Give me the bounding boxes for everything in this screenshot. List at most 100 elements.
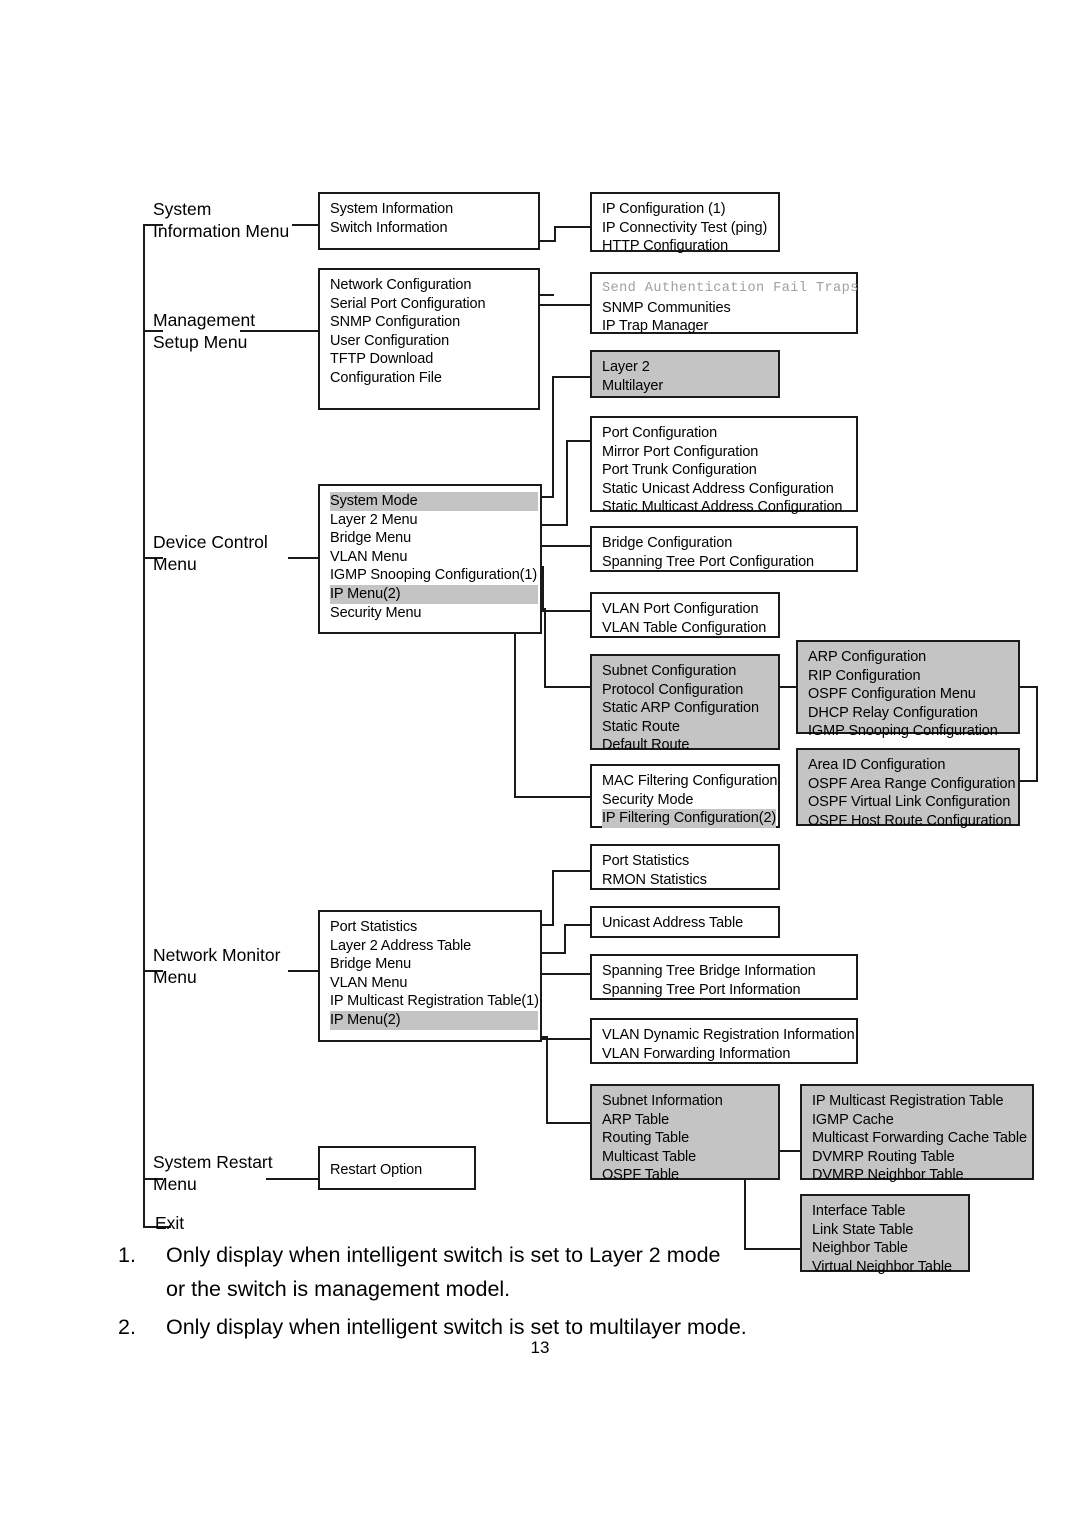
menu-item[interactable]: IP Connectivity Test (ping): [602, 219, 778, 238]
menu-item[interactable]: DVMRP Routing Table: [812, 1148, 1032, 1167]
menu-item[interactable]: IP Menu(2): [330, 584, 538, 604]
menu-item[interactable]: ARP Table: [602, 1111, 778, 1130]
menu-item[interactable]: Default Route: [602, 736, 778, 755]
menu-item[interactable]: ARP Configuration: [808, 648, 1018, 667]
menu-item[interactable]: Port Configuration: [602, 424, 856, 443]
menu-item[interactable]: VLAN Port Configuration: [602, 600, 778, 619]
menu-item[interactable]: Multicast Forwarding Cache Table: [812, 1129, 1032, 1148]
menu-item[interactable]: OSPF Host Route Configuration: [808, 812, 1018, 831]
footnote-item: 1. Only display when intelligent switch …: [118, 1238, 978, 1306]
box-system-mode: Layer 2 Multilayer: [590, 350, 780, 398]
menu-item[interactable]: Area ID Configuration: [808, 756, 1018, 775]
menu-item[interactable]: IP Multicast Registration Table(1): [330, 992, 540, 1011]
menu-item[interactable]: DHCP Relay Configuration: [808, 704, 1018, 723]
box-protocol-configuration: ARP Configuration RIP Configuration OSPF…: [796, 640, 1020, 739]
menu-item[interactable]: IP Multicast Registration Table: [812, 1092, 1032, 1111]
menu-item[interactable]: VLAN Menu: [330, 974, 540, 993]
menu-item[interactable]: Link State Table: [812, 1221, 968, 1240]
box-management-setup: Network Configuration Serial Port Config…: [318, 268, 540, 410]
menu-item[interactable]: DVMRP Neighbor Table: [812, 1166, 1032, 1185]
menu-item[interactable]: IGMP Cache: [812, 1111, 1032, 1130]
menu-item[interactable]: Configuration File: [330, 369, 538, 388]
link-to-port-statistics-box: [552, 870, 590, 872]
box-system-information: System Information Switch Information: [318, 192, 540, 250]
link-monitor-ip-menu-riser: [546, 1036, 548, 1124]
menu-item[interactable]: Layer 2 Address Table: [330, 937, 540, 956]
link-device-control-to-box: [288, 557, 320, 559]
menu-item[interactable]: Security Mode: [602, 791, 778, 810]
menu-item[interactable]: Protocol Configuration: [602, 681, 778, 700]
menu-item[interactable]: Spanning Tree Port Information: [602, 981, 856, 1000]
menu-item[interactable]: System Mode: [330, 492, 538, 511]
menu-item[interactable]: OSPF Table: [602, 1166, 778, 1185]
menu-item[interactable]: Subnet Information: [602, 1092, 778, 1111]
link-to-system-mode-box: [552, 376, 590, 378]
menu-item[interactable]: OSPF Virtual Link Configuration: [808, 793, 1018, 812]
menu-item[interactable]: RIP Configuration: [808, 667, 1018, 686]
menu-item[interactable]: Static Unicast Address Configuration: [602, 480, 856, 499]
box-multicast-tables: IP Multicast Registration Table IGMP Cac…: [800, 1084, 1034, 1183]
menu-item[interactable]: MAC Filtering Configuration: [602, 772, 778, 791]
menu-item[interactable]: Spanning Tree Bridge Information: [602, 962, 856, 981]
link-security-riser: [514, 630, 516, 798]
menu-item[interactable]: Mirror Port Configuration: [602, 443, 856, 462]
menu-item[interactable]: Routing Table: [602, 1129, 778, 1148]
menu-item[interactable]: OSPF Area Range Configuration: [808, 775, 1018, 794]
menu-item[interactable]: RMON Statistics: [602, 871, 778, 890]
menu-item[interactable]: Layer 2 Menu: [330, 511, 540, 530]
menu-item[interactable]: Static Route: [602, 718, 778, 737]
menu-item[interactable]: IP Trap Manager: [602, 317, 856, 336]
menu-item[interactable]: SNMP Configuration: [330, 313, 538, 332]
menu-item[interactable]: IP Menu(2): [330, 1010, 538, 1030]
link-layer2-riser: [566, 440, 568, 526]
menu-item[interactable]: IGMP Snooping Configuration(1): [330, 566, 540, 585]
menu-item[interactable]: HTTP Configuration: [602, 237, 778, 256]
trunk-label-exit: Exit: [155, 1213, 185, 1233]
menu-item[interactable]: Bridge Menu: [330, 529, 540, 548]
link-network-monitor-to-box: [288, 970, 320, 972]
box-subnet-information: Subnet Information ARP Table Routing Tab…: [590, 1084, 780, 1183]
menu-item[interactable]: Spanning Tree Port Configuration: [602, 553, 856, 572]
trunk-label-device-control-menu: Device Control Menu: [153, 532, 268, 574]
menu-item[interactable]: Bridge Configuration: [602, 534, 856, 553]
link-to-subnet-info-box: [546, 1122, 590, 1124]
menu-item[interactable]: Layer 2: [602, 358, 778, 377]
menu-item[interactable]: Multicast Table: [602, 1148, 778, 1167]
menu-item[interactable]: User Configuration: [330, 332, 538, 351]
menu-item[interactable]: Interface Table: [812, 1202, 968, 1221]
menu-item[interactable]: SNMP Communities: [602, 299, 856, 318]
trunk-label-system-information-menu: System Information Menu: [153, 199, 290, 241]
menu-item[interactable]: OSPF Configuration Menu: [808, 685, 1018, 704]
menu-item[interactable]: VLAN Table Configuration: [602, 619, 778, 638]
menu-item[interactable]: Port Statistics: [330, 918, 540, 937]
menu-item[interactable]: Restart Option: [330, 1161, 474, 1180]
menu-item[interactable]: VLAN Menu: [330, 548, 540, 567]
menu-item[interactable]: VLAN Dynamic Registration Information: [602, 1026, 856, 1045]
menu-item[interactable]: Port Statistics: [602, 852, 778, 871]
menu-item[interactable]: Static Multicast Address Configuration: [602, 498, 856, 517]
link-system-information-to-box: [292, 224, 320, 226]
box-unicast-address-table: Unicast Address Table: [590, 906, 780, 938]
menu-item[interactable]: Multilayer: [602, 377, 778, 396]
menu-item[interactable]: IP Configuration (1): [602, 200, 778, 219]
menu-item[interactable]: TFTP Download: [330, 350, 538, 369]
link-to-ospf-box: [1018, 780, 1038, 782]
menu-item[interactable]: Bridge Menu: [330, 955, 540, 974]
menu-item[interactable]: Port Trunk Configuration: [602, 461, 856, 480]
box-spanning-tree-information: Spanning Tree Bridge Information Spannin…: [590, 954, 858, 1000]
menu-item[interactable]: IGMP Snooping Configuration: [808, 722, 1018, 741]
menu-item[interactable]: IP Filtering Configuration(2): [602, 809, 776, 828]
menu-item[interactable]: Subnet Configuration: [602, 662, 778, 681]
menu-item[interactable]: Static ARP Configuration: [602, 699, 778, 718]
menu-item[interactable]: Network Configuration: [330, 276, 538, 295]
menu-item[interactable]: Unicast Address Table: [602, 914, 778, 933]
footnote-text: Only display when intelligent switch is …: [166, 1243, 721, 1301]
menu-item[interactable]: Switch Information: [330, 219, 538, 238]
menu-item[interactable]: VLAN Forwarding Information: [602, 1045, 856, 1064]
menu-item[interactable]: System Information: [330, 200, 538, 219]
menu-item[interactable]: Security Menu: [330, 604, 540, 623]
link-to-unicast-box: [564, 924, 590, 926]
menu-item[interactable]: Serial Port Configuration: [330, 295, 538, 314]
link-to-snmp-box: [534, 304, 590, 306]
link-system-restart-to-box: [266, 1178, 318, 1180]
